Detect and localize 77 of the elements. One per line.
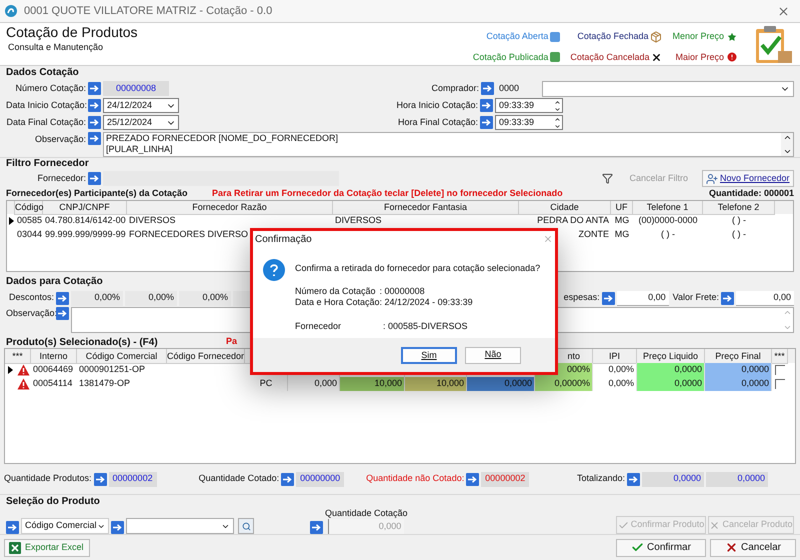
dialog-title: Confirmação <box>255 232 312 246</box>
detail-value: : 000585-DIVERSOS <box>383 320 468 332</box>
table-cell-text: 0000901251-OP <box>79 363 146 376</box>
table-cell: ( ) - <box>661 229 675 240</box>
detail-label: Fornecedor <box>295 320 342 332</box>
field-label: Número Cotação: <box>14 82 86 95</box>
dialog-message: Confirma a retirada do fornecedor para cotação selecionada? <box>295 262 540 275</box>
detail-value: : 24/12/2024 - 09:33:39 <box>380 296 473 308</box>
table-cell: DIVERSOS <box>335 215 382 226</box>
field-label: Hora Final Cotação: <box>398 116 478 129</box>
field-label: Quantidade Cotação <box>325 508 408 519</box>
table-cell: ZONTE <box>578 229 609 240</box>
table-cell-text: 1381479-OP <box>79 377 130 390</box>
window-title: 0001 QUOTE VILLATORE MATRIZ - Cotação - 0.0 <box>24 4 274 19</box>
table-cell: PEDRA DO ANTA <box>537 215 609 226</box>
table-cell-text: 0,00% <box>608 377 634 390</box>
supplier-count: Quantidade: 000001 <box>708 187 794 200</box>
table-cell-text: 10,000 <box>436 377 464 390</box>
table-cell-text: 0,0000 <box>674 363 702 376</box>
table-cell-text: 0,0000 <box>674 377 702 390</box>
table-cell-text: 0,0000 <box>741 363 769 376</box>
field-label: Data Inicio Cotação: <box>6 98 86 112</box>
section-title: Dados para Cotação <box>6 275 104 289</box>
legend-label: Cotação Fechada <box>577 30 648 43</box>
table-cell-text: 0,00% <box>608 363 634 376</box>
field-label: Quantidade Produtos: <box>4 472 92 486</box>
hint-text: Pa <box>226 335 238 348</box>
section-title: Seleção do Produto <box>6 495 101 508</box>
table-cell: 00585 <box>17 215 42 226</box>
table-cell-text: 0,0000% <box>554 377 590 390</box>
table-cell: ( ) - <box>732 229 746 240</box>
field-label: Descontos: <box>8 291 54 304</box>
table-cell-text: 00064469 <box>33 363 74 376</box>
section-title: Produto(s) Selecionado(s) - (F4) <box>6 336 159 350</box>
text-line: PREZADO FORNECEDOR [NOME_DO_FORNECEDOR] <box>106 133 340 144</box>
table-cell-text: 10,000 <box>374 377 402 390</box>
table-cell: 99.999.999/9999-99 <box>45 229 126 240</box>
field-label: espesas: <box>564 291 600 304</box>
table-cell: (00)0000-0000 <box>638 215 698 226</box>
field-label: Hora Inicio Cotação: <box>396 98 478 112</box>
field-label: Data Final Cotação: <box>6 116 86 129</box>
table-cell: DIVERSOS <box>129 215 176 226</box>
field-label: Totalizando: <box>576 472 625 486</box>
table-cell-text: 0,000 <box>314 377 337 390</box>
detail-label: Data e Hora Cotação <box>295 296 380 308</box>
field-label: Fornecedor: <box>36 172 86 185</box>
table-cell-text: 00054114 <box>33 377 72 390</box>
field-label: Observação: <box>6 307 54 320</box>
table-cell-text: 000% <box>566 363 590 376</box>
field-label: Valor Frete: <box>672 291 719 304</box>
section-title: Filtro Fornecedor <box>6 158 90 170</box>
legend-label: Cotação Cancelada <box>570 50 650 64</box>
legend-label: Maior Preço <box>675 50 724 64</box>
section-title: Dados Cotação <box>6 66 80 80</box>
table-cell-text: PC <box>260 377 272 390</box>
table-cell: MG <box>614 215 630 226</box>
table-cell: MG <box>614 229 630 240</box>
field-label: Quantidade não Cotado: <box>366 472 464 486</box>
page-subtitle: Consulta e Manutenção <box>7 41 104 54</box>
table-cell-text: 0,0000 <box>504 377 532 390</box>
text-line: [PULAR_LINHA] <box>106 144 174 155</box>
field-label: Comprador: <box>431 82 479 95</box>
legend-label: Cotação Aberta <box>486 30 548 43</box>
table-cell: ( ) - <box>732 215 746 226</box>
detail-label: Número da Cotação <box>295 286 377 296</box>
field-label: Observação: <box>34 133 86 146</box>
table-cell: 03044 <box>17 229 42 240</box>
section-title: Fornecedor(es) Participante(s) da Cotação <box>6 187 189 200</box>
field-label: Quantidade Cotado: <box>198 472 280 486</box>
page-title: Cotação de Produtos <box>6 24 138 41</box>
table-cell: 04.780.814/6142-00 <box>45 215 126 226</box>
table-cell-text: 0,0000 <box>741 377 769 390</box>
legend-label: Cotação Publicada <box>472 50 548 64</box>
legend-label: Menor Preço <box>672 30 724 43</box>
detail-value: : 00000008 <box>380 286 426 296</box>
table-cell: FORNECEDORES DIVERSO <box>129 229 248 240</box>
hint-text: Para Retirar um Fornecedor da Cotação teclar [Delete] no fornecedor Selecionado <box>212 187 564 200</box>
